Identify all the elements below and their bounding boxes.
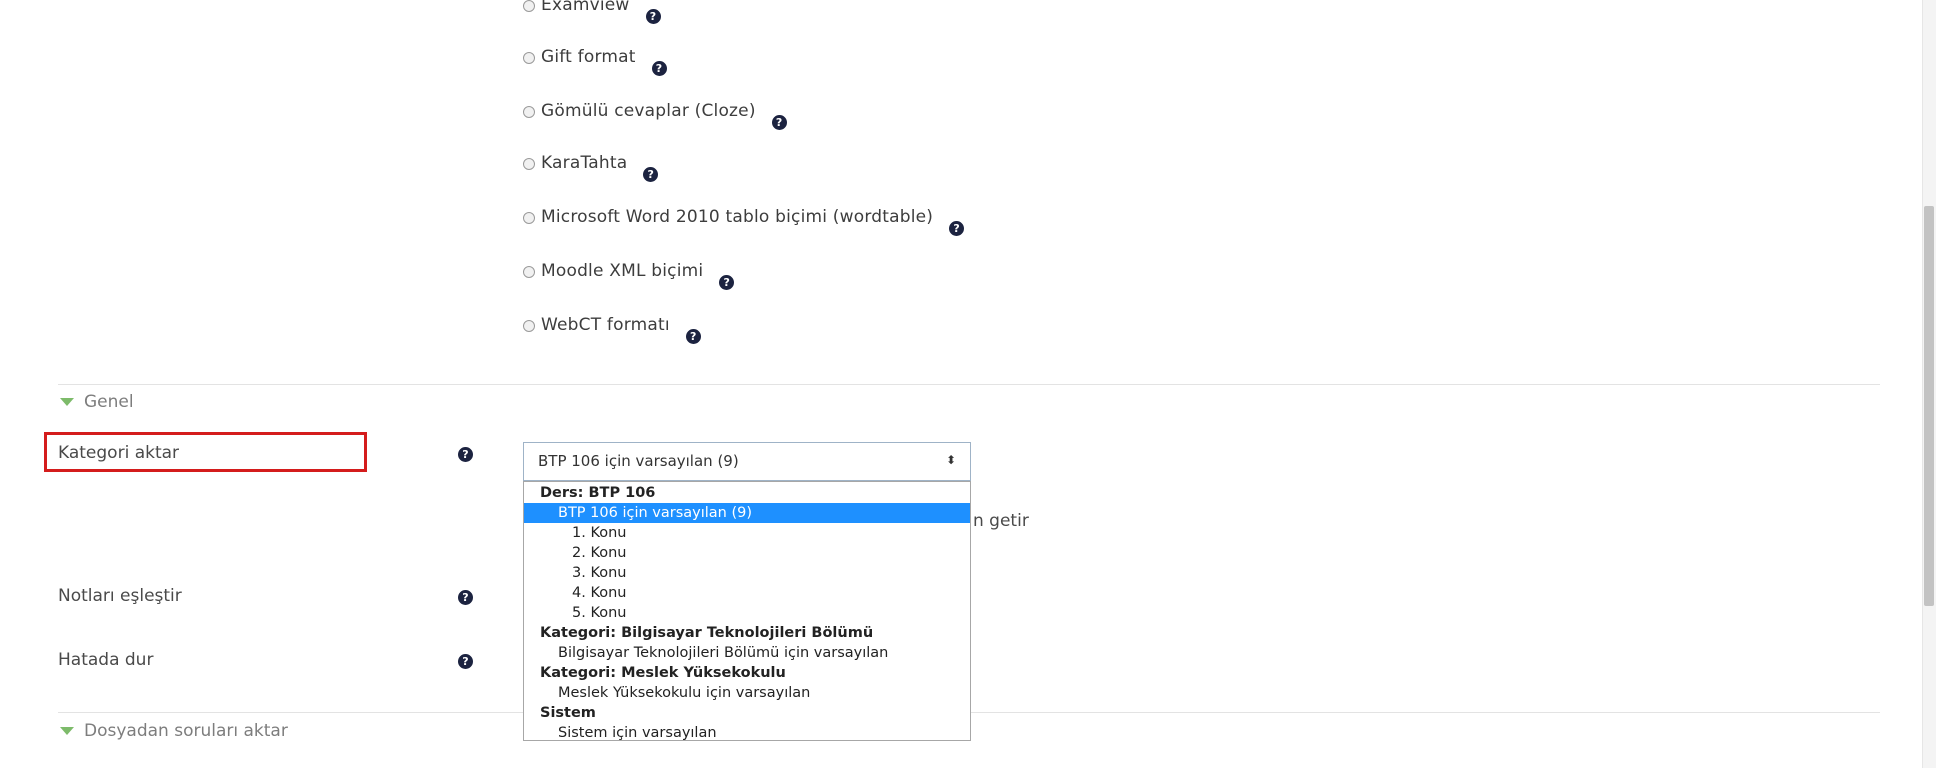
format-option-wordtable[interactable]: Microsoft Word 2010 tablo biçimi (wordta… — [523, 207, 965, 236]
category-select[interactable]: BTP 106 için varsayılan (9) ⬍ — [523, 442, 971, 481]
dropdown-group-label: Ders: BTP 106 — [540, 485, 656, 501]
dropdown-option[interactable]: Sistem için varsayılan — [524, 723, 970, 743]
format-option-gift[interactable]: Gift format ? — [523, 47, 667, 76]
expand-arrow-icon — [60, 398, 74, 406]
format-label: Moodle XML biçimi — [541, 261, 704, 281]
radio-button[interactable] — [523, 52, 535, 64]
help-icon[interactable]: ? — [685, 329, 701, 344]
help-icon[interactable]: ? — [645, 9, 661, 24]
format-label: Examview — [541, 0, 630, 15]
help-icon[interactable]: ? — [949, 221, 965, 236]
format-label: WebCT formatı — [541, 315, 670, 335]
help-icon[interactable]: ? — [643, 167, 659, 182]
format-option-karatahta[interactable]: KaraTahta ? — [523, 153, 659, 182]
radio-button[interactable] — [523, 158, 535, 170]
help-icon[interactable]: ? — [458, 447, 473, 462]
radio-button[interactable] — [523, 0, 535, 12]
section-import-file-title: Dosyadan soruları aktar — [84, 721, 288, 741]
help-icon[interactable]: ? — [458, 654, 473, 669]
format-option-examview[interactable]: Examview ? — [523, 0, 661, 24]
dropdown-option[interactable]: Meslek Yüksekokulu için varsayılan — [524, 683, 970, 703]
dropdown-group-label: Kategori: Bilgisayar Teknolojileri Bölüm… — [540, 625, 874, 641]
partial-label: n getir — [973, 511, 1029, 531]
dropdown-option[interactable]: 5. Konu — [524, 603, 970, 623]
select-arrows-icon: ⬍ — [945, 453, 956, 467]
dropdown-option[interactable]: 1. Konu — [524, 523, 970, 543]
format-option-moodle-xml[interactable]: Moodle XML biçimi ? — [523, 261, 735, 290]
scrollbar-thumb[interactable] — [1924, 206, 1934, 606]
section-general[interactable]: Genel — [60, 392, 134, 412]
category-label: Kategori aktar — [58, 443, 180, 463]
category-select-value: BTP 106 için varsayılan (9) — [538, 452, 739, 470]
grades-label: Notları eşleştir — [58, 586, 182, 606]
section-divider — [58, 384, 1880, 385]
section-general-title: Genel — [84, 392, 134, 412]
help-icon[interactable]: ? — [719, 275, 735, 290]
radio-button[interactable] — [523, 266, 535, 278]
help-icon[interactable]: ? — [771, 115, 787, 130]
format-label: Microsoft Word 2010 tablo biçimi (wordta… — [541, 207, 934, 227]
radio-button[interactable] — [523, 212, 535, 224]
format-label: KaraTahta — [541, 153, 628, 173]
radio-button[interactable] — [523, 320, 535, 332]
help-icon[interactable]: ? — [651, 61, 667, 76]
format-option-cloze[interactable]: Gömülü cevaplar (Cloze) ? — [523, 101, 787, 130]
format-label: Gömülü cevaplar (Cloze) — [541, 101, 756, 121]
dropdown-option[interactable]: 4. Konu — [524, 583, 970, 603]
category-dropdown-list[interactable]: Ders: BTP 106 BTP 106 için varsayılan (9… — [523, 481, 971, 741]
expand-arrow-icon — [60, 727, 74, 735]
dropdown-group-label: Kategori: Meslek Yüksekokulu — [540, 665, 786, 681]
section-import-file[interactable]: Dosyadan soruları aktar — [60, 721, 288, 741]
stop-on-error-label: Hatada dur — [58, 650, 154, 670]
radio-button[interactable] — [523, 106, 535, 118]
help-icon[interactable]: ? — [458, 590, 473, 605]
dropdown-option[interactable]: 2. Konu — [524, 543, 970, 563]
format-option-webct[interactable]: WebCT formatı ? — [523, 315, 701, 344]
dropdown-option-selected[interactable]: BTP 106 için varsayılan (9) — [524, 503, 970, 523]
dropdown-option[interactable]: 3. Konu — [524, 563, 970, 583]
format-label: Gift format — [541, 47, 636, 67]
dropdown-group-label: Sistem — [540, 705, 596, 721]
dropdown-option[interactable]: Bilgisayar Teknolojileri Bölümü için var… — [524, 643, 970, 663]
